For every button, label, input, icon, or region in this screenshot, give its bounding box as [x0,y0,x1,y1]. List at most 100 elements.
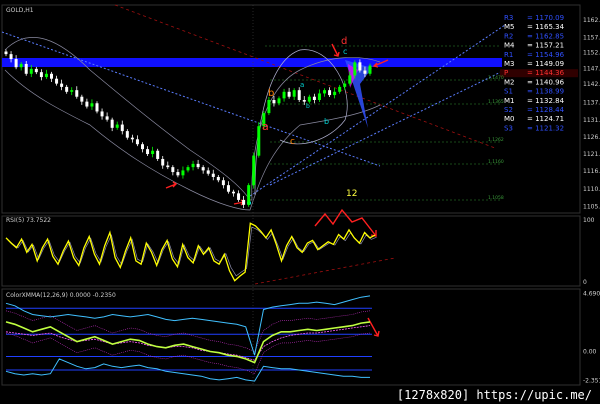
rsi-group: 100 0 [5,217,595,286]
candle-body [348,75,352,84]
candle-body [272,99,276,104]
candle-body [353,62,357,76]
price-tick-label: 1121.55 [583,151,600,158]
candle-body [333,91,337,96]
pivot-level-value: = 1128.44 [527,106,565,114]
chart-decorations [1,4,506,385]
wave-label: d [341,36,347,47]
pivot-level-name: S3 [504,124,513,132]
macd-title: ColorXMMA(12,26,9) 0.0000 -0.2350 [6,292,116,299]
candle-body [9,54,13,60]
fib-level-label: 1.1160 [488,159,504,165]
candle-body [146,149,150,155]
pivot-level-name: P [504,69,508,77]
pivot-levels-group: R3 = 1170.09 M5 = 1165.34 R2 = 1162.85 M4 = 115… [500,14,578,132]
symbol-title: GOLD,H1 [6,7,34,14]
rsi-title: RSI(5) 73.7522 [6,217,51,224]
candle-body [216,176,220,181]
candle-body [90,103,94,107]
wave-label: c [343,47,347,56]
blue-band [2,58,502,67]
candle-body [50,73,53,79]
wave-label: a [300,81,304,89]
candle-body [156,150,160,159]
candle-body [317,93,321,100]
candle-body [292,90,296,97]
price-tick-label: 1162.35 [583,17,600,24]
candle-body [141,144,144,150]
channel-lower-line [269,69,506,186]
pivot-level-value: = 1132.84 [527,97,565,105]
price-tick-label: 1137.25 [583,99,600,106]
pivot-level-value: = 1154.96 [527,51,565,59]
candle-body [267,99,271,114]
pivot-level-name: S1 [504,88,513,96]
fib-level-label: 1.1470 [488,75,504,81]
candle-body [287,91,291,97]
trading-terminal-screenshot: 100 0 4.6902 0.00 -2.351 R3 = 1170.09 M5 = 116… [0,0,600,404]
price-tick-label: 1142.85 [583,81,600,88]
pivot-level-name: S2 [504,106,513,114]
candle-body [14,59,18,68]
candle-body [307,96,311,102]
candle-body [130,137,134,140]
candle-body [221,180,225,186]
candle-body [70,90,74,92]
candle-body [44,73,48,78]
pivot-level-name: M2 [504,78,515,86]
candle-body [80,96,84,102]
candle-body [60,83,64,87]
candle-body [328,90,332,96]
macd-tick-label: 4.6902 [583,291,600,298]
fib-level-label: 1.1058 [488,195,504,201]
candle-body [302,99,306,102]
candle-body [24,63,28,74]
candle-body [75,90,79,97]
pivot-level-name: M1 [504,97,515,105]
candle-body [151,150,155,155]
pivot-level-name: M4 [504,42,515,50]
candle-body [115,124,119,128]
wave-label: a [262,120,269,133]
candle-body [237,193,241,200]
macd-envelope [5,332,371,375]
pivot-level-name: R1 [504,51,513,59]
candle-body [105,116,109,120]
rsi-line [5,222,376,282]
pivot-level-value: = 1121.32 [527,124,564,132]
price-chart-svg: 100 0 4.6902 0.00 -2.351 R3 = 1170.09 M5 = 116… [1,4,600,386]
candle-body [358,62,362,71]
candle-body [186,167,190,171]
rsi-red-zigzag [314,208,377,237]
pivot-level-value: = 1149.09 [527,60,564,68]
axis-labels-group: 1162.35 1157.10 1152.45 1147.60 1142.85 1137.… [583,17,600,210]
macd-panel-frame [1,288,581,386]
wave-label: b [324,117,329,126]
main-panel-frame [1,4,581,214]
macd-tick-label: 0.00 [583,349,597,356]
price-tick-label: 1152.45 [583,50,600,57]
pivot-level-name: M3 [504,60,515,68]
wave-label: b [268,88,274,99]
pivot-level-value: = 1170.09 [527,14,564,22]
pivot-level-value: = 1124.71 [527,115,564,123]
candle-body [29,68,33,74]
candle-body [120,124,124,132]
fib-level-label: 1.1365 [488,99,504,105]
red-arrow [165,181,178,189]
candle-body [166,165,170,168]
fib-labels-group: 1.1470 1.1365 1.1262 1.1160 1.1058 [488,75,504,201]
candle-body [34,68,38,73]
fib-level-label: 1.1262 [488,137,504,143]
candle-body [135,139,139,145]
candle-body [201,167,205,171]
candle-body [297,90,301,100]
candle-body [363,70,367,74]
candle-body [312,96,316,100]
candle-body [181,170,185,176]
candle-body [171,167,175,173]
wave-label: c [290,137,295,147]
candle-body [277,98,281,104]
macd-upper-line [5,295,371,356]
candle-body [323,90,326,94]
